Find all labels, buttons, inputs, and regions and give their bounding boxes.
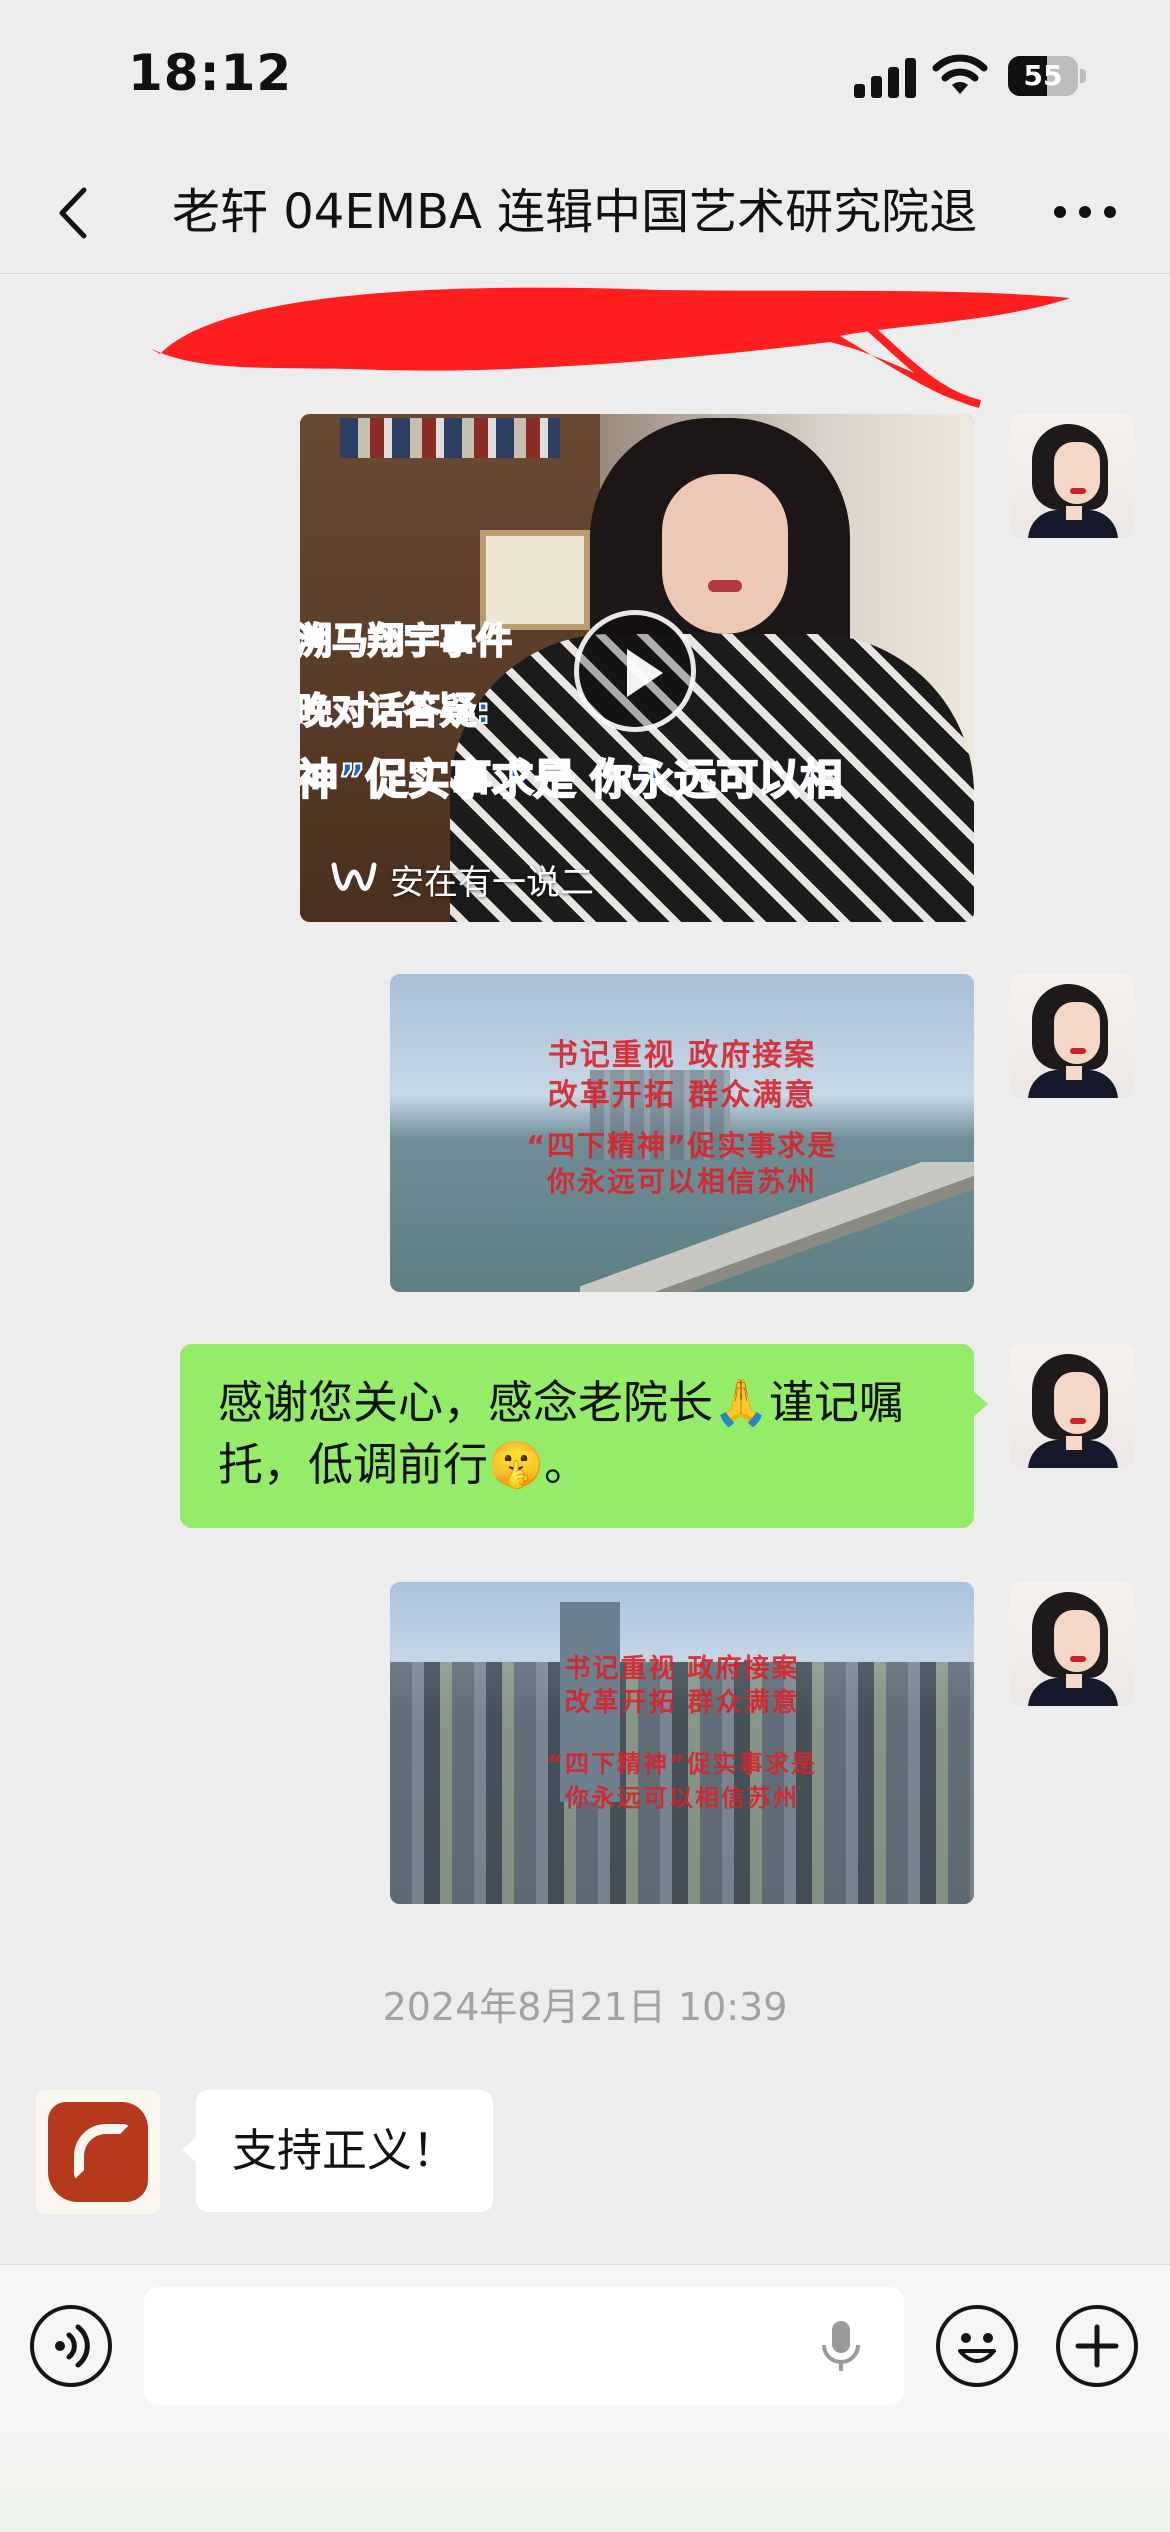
message-input[interactable] xyxy=(144,2287,904,2405)
message-timestamp: 2024年8月21日 10:39 xyxy=(382,1985,788,2029)
battery-icon: 55 xyxy=(1008,56,1086,96)
seal-logo xyxy=(48,2102,148,2202)
video-message[interactable]: 溯马翔宇事件 晚对话答疑: 神”促实事求是 你永远可以相 安在有一说二 xyxy=(300,414,974,922)
microphone-icon[interactable] xyxy=(810,2315,872,2377)
redaction-scribble xyxy=(150,287,1070,408)
image-text-line: “四下精神”促实事求是 xyxy=(547,1750,817,1778)
plus-icon[interactable] xyxy=(1056,2305,1138,2387)
back-button[interactable] xyxy=(40,178,110,248)
text-message[interactable]: 感谢您关心，感念老院长🙏谨记嘱托，低调前行🤫。 xyxy=(180,1344,988,1528)
avatar[interactable] xyxy=(1010,974,1134,1098)
video-source: 安在有一说二 xyxy=(330,854,594,904)
avatar[interactable] xyxy=(1010,1344,1134,1468)
input-bar xyxy=(0,2264,1170,2532)
image-text-line: 书记重视 政府接案 xyxy=(564,1654,800,1684)
wifi-icon xyxy=(932,54,988,94)
chat-title: 老轩 04EMBA 连辑中国艺术研究院退 xyxy=(172,184,978,240)
image-message[interactable]: 书记重视 政府接案 改革开拓 群众满意 “四下精神”促实事求是 你永远可以相信苏… xyxy=(390,974,974,1292)
chat-header: 老轩 04EMBA 连辑中国艺术研究院退 xyxy=(0,150,1170,274)
battery-percent: 55 xyxy=(1023,59,1063,92)
avatar[interactable] xyxy=(1010,414,1134,538)
video-caption-line: 神”促实事求是 你永远可以相 xyxy=(300,754,843,805)
image-text-line: “四下精神”促实事求是 xyxy=(526,1129,838,1162)
cellular-signal-icon xyxy=(854,56,916,98)
video-caption-line: 晚对话答疑: xyxy=(300,690,491,733)
channels-icon xyxy=(331,862,377,891)
video-caption-line: 溯马翔宇事件 xyxy=(300,620,513,663)
image-message[interactable]: 书记重视 政府接案 改革开拓 群众满意 “四下精神”促实事求是 你永远可以相信苏… xyxy=(390,1582,974,1904)
status-bar: 18:12 55 xyxy=(0,0,1170,150)
avatar[interactable] xyxy=(36,2090,160,2214)
status-time: 18:12 xyxy=(128,44,293,102)
text-message[interactable]: 支持正义！ xyxy=(181,2090,494,2212)
voice-icon[interactable] xyxy=(30,2305,112,2387)
image-text-line: 你永远可以相信苏州 xyxy=(565,1784,799,1812)
more-options-button[interactable] xyxy=(1050,190,1120,234)
play-icon[interactable] xyxy=(574,610,696,732)
avatar[interactable] xyxy=(1010,1582,1134,1706)
emoji-icon[interactable] xyxy=(936,2305,1018,2387)
image-text-line: 改革开拓 群众满意 xyxy=(547,1078,817,1113)
image-text-line: 书记重视 政府接案 xyxy=(547,1038,817,1073)
image-text-line: 你永远可以相信苏州 xyxy=(546,1165,817,1198)
image-text-line: 改革开拓 群众满意 xyxy=(564,1688,800,1718)
video-source-name: 安在有一说二 xyxy=(390,862,594,903)
